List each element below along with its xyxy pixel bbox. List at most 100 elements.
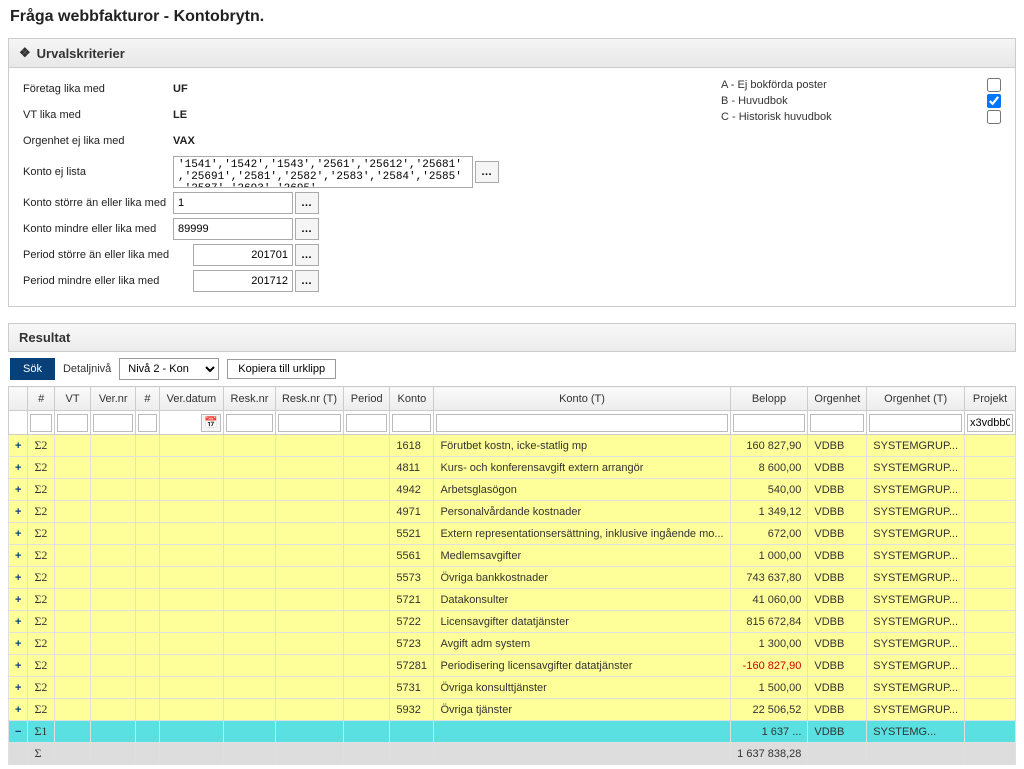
orgenhet-t-cell: SYSTEMGRUP... [867,567,965,589]
konto-t-cell: Övriga tjänster [434,699,730,721]
col-projekt[interactable]: Projekt [965,387,1016,411]
col-period[interactable]: Period [343,387,389,411]
col-vernr[interactable]: Ver.nr [91,387,136,411]
table-row[interactable]: +Σ25561Medlemsavgifter1 000,00VDBBSYSTEM… [9,545,1016,567]
expand-icon[interactable]: + [9,501,28,523]
col-verdatum[interactable]: Ver.datum [159,387,223,411]
filter-period[interactable] [346,414,387,432]
input-konto-storre[interactable] [173,192,293,214]
table-row[interactable]: +Σ25731Övriga konsulttjänster1 500,00VDB… [9,677,1016,699]
orgenhet-cell: VDBB [808,435,867,457]
filter-belopp[interactable] [733,414,806,432]
orgenhet-cell: VDBB [808,699,867,721]
table-row[interactable]: +Σ25723Avgift adm system1 300,00VDBBSYST… [9,633,1016,655]
konto-t-cell: Avgift adm system [434,633,730,655]
col-vt[interactable]: VT [54,387,90,411]
belopp-cell: 1 000,00 [730,545,808,567]
expand-icon[interactable]: + [9,699,28,721]
table-row[interactable]: +Σ21618Förutbet kostn, icke-statlig mp16… [9,435,1016,457]
sigma-cell: Σ2 [28,545,54,567]
col-resknr-t[interactable]: Resk.nr (T) [275,387,343,411]
expand-icon[interactable]: + [9,655,28,677]
label-orgenhet-ej: Orgenhet ej lika med [23,135,173,147]
result-panel: Resultat Sök Detaljnivå Nivå 2 - Kon Kop… [8,323,1016,765]
sigma-cell: Σ2 [28,699,54,721]
expand-icon[interactable]: + [9,589,28,611]
table-row[interactable]: +Σ25721Datakonsulter41 060,00VDBBSYSTEMG… [9,589,1016,611]
col-hash2[interactable]: # [136,387,160,411]
konto-cell: 4971 [390,501,434,523]
filter-projekt[interactable] [967,414,1013,432]
table-row[interactable]: +Σ25932Övriga tjänster22 506,52VDBBSYSTE… [9,699,1016,721]
filter-orgenhet[interactable] [810,414,864,432]
konto-cell: 4811 [390,457,434,479]
result-table: # VT Ver.nr # Ver.datum Resk.nr Resk.nr … [8,386,1016,765]
table-row[interactable]: +Σ25573Övriga bankkostnader743 637,80VDB… [9,567,1016,589]
col-hash[interactable]: # [28,387,54,411]
input-period-mindre[interactable] [193,270,293,292]
sigma-cell: Σ2 [28,633,54,655]
konto-cell: 5731 [390,677,434,699]
expand-icon[interactable]: + [9,567,28,589]
lookup-konto-storre-button[interactable]: … [295,192,319,214]
expand-icon[interactable]: + [9,457,28,479]
expand-icon[interactable]: + [9,611,28,633]
check-a[interactable] [987,78,1001,92]
col-orgenhet[interactable]: Orgenhet [808,387,867,411]
sigma-cell: Σ1 [28,721,54,743]
input-konto-ej-lista[interactable] [173,156,473,188]
lookup-period-mindre-button[interactable]: … [295,270,319,292]
col-belopp[interactable]: Belopp [730,387,808,411]
filter-resknr[interactable] [226,414,273,432]
expand-icon[interactable]: + [9,435,28,457]
sum1-row[interactable]: −Σ11 637 ...VDBBSYSTEMG... [9,721,1016,743]
input-period-storre[interactable] [193,244,293,266]
sigma-cell: Σ2 [28,457,54,479]
lookup-konto-ej-lista-button[interactable]: … [475,161,499,183]
expand-icon[interactable]: + [9,633,28,655]
filter-vernr[interactable] [93,414,133,432]
criteria-header[interactable]: ❖ Urvalskriterier [9,39,1015,68]
criteria-header-label: Urvalskriterier [37,46,125,61]
calendar-icon[interactable]: 📅 [201,414,221,432]
filter-konto-t[interactable] [436,414,727,432]
filter-hash2[interactable] [138,414,157,432]
input-konto-mindre[interactable] [173,218,293,240]
lookup-konto-mindre-button[interactable]: … [295,218,319,240]
sok-button[interactable]: Sök [10,358,55,380]
collapse-icon[interactable]: − [9,721,28,743]
konto-t-cell: Periodisering licensavgifter datatjänste… [434,655,730,677]
orgenhet-cell: VDBB [808,567,867,589]
filter-orgenhet-t[interactable] [869,414,962,432]
filter-vt[interactable] [57,414,88,432]
col-resknr[interactable]: Resk.nr [223,387,275,411]
col-orgenhet-t[interactable]: Orgenhet (T) [867,387,965,411]
filter-resknr-t[interactable] [278,414,341,432]
orgenhet-t-cell: SYSTEMGRUP... [867,501,965,523]
orgenhet-t-cell: SYSTEMGRUP... [867,655,965,677]
table-row[interactable]: +Σ25722Licensavgifter datatjänster815 67… [9,611,1016,633]
konto-t-cell: Extern representationsersättning, inklus… [434,523,730,545]
check-c[interactable] [987,110,1001,124]
expand-icon[interactable]: + [9,677,28,699]
check-b[interactable] [987,94,1001,108]
table-row[interactable]: +Σ257281Periodisering licensavgifter dat… [9,655,1016,677]
table-row[interactable]: +Σ25521Extern representationsersättning,… [9,523,1016,545]
belopp-cell: 1 637 838,28 [730,743,808,765]
table-row[interactable]: +Σ24811Kurs- och konferensavgift extern … [9,457,1016,479]
col-konto[interactable]: Konto [390,387,434,411]
filter-hash[interactable] [30,414,51,432]
belopp-cell: 41 060,00 [730,589,808,611]
col-konto-t[interactable]: Konto (T) [434,387,730,411]
table-row[interactable]: +Σ24942Arbetsglasögon540,00VDBBSYSTEMGRU… [9,479,1016,501]
expand-icon[interactable]: + [9,523,28,545]
label-konto-mindre: Konto mindre eller lika med [23,223,173,235]
kopiera-button[interactable]: Kopiera till urklipp [227,359,336,379]
lookup-period-storre-button[interactable]: … [295,244,319,266]
expand-icon[interactable]: + [9,479,28,501]
table-row[interactable]: +Σ24971Personalvårdande kostnader1 349,1… [9,501,1016,523]
niva-select[interactable]: Nivå 2 - Kon [119,358,219,380]
konto-cell: 5722 [390,611,434,633]
filter-konto[interactable] [392,414,431,432]
expand-icon[interactable]: + [9,545,28,567]
